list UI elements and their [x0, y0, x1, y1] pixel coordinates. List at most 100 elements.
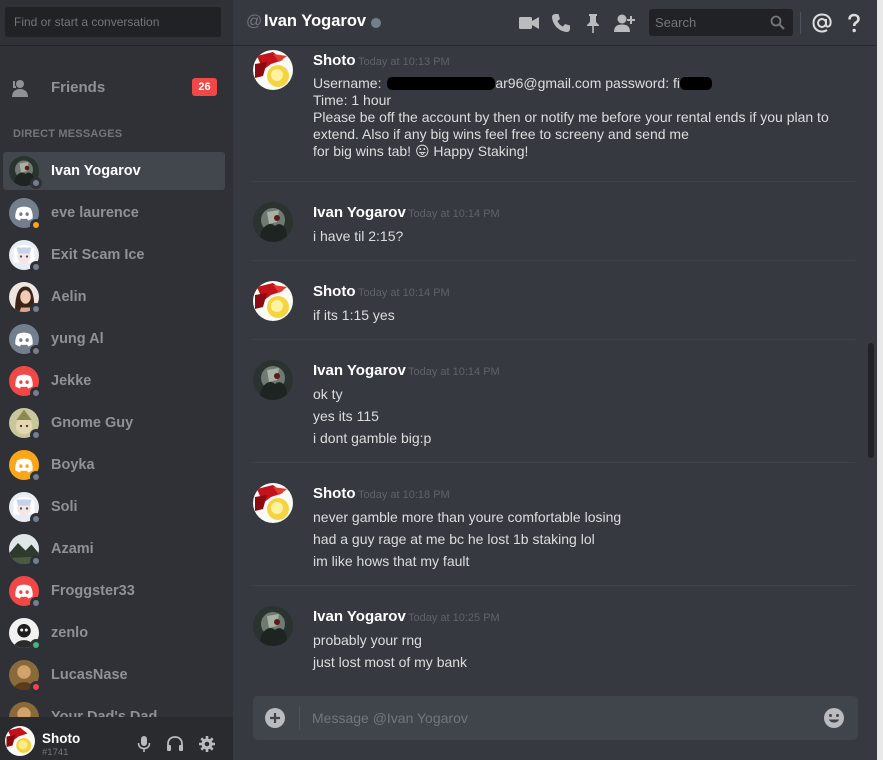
dm-name: yung Al [51, 331, 104, 347]
dm-sidebar: Find or start a conversation Friends 26 … [0, 0, 233, 760]
message-line: never gamble more than youre comfortable… [313, 509, 622, 525]
channel-title: Ivan Yogarov [264, 12, 367, 30]
dm-name: Aelin [51, 289, 87, 305]
redaction-bar [387, 77, 496, 90]
dm-item[interactable]: Your Dad's Dad [3, 698, 225, 718]
dm-name: Boyka [51, 457, 95, 473]
dm-avatar [9, 198, 42, 231]
message-author[interactable]: Ivan Yogarov [313, 608, 406, 625]
settings-gear-icon[interactable] [198, 735, 216, 753]
header-divider [800, 12, 801, 34]
status-indicator [30, 219, 42, 231]
dm-item[interactable]: Soli [3, 488, 225, 526]
user-avatar[interactable] [5, 726, 35, 756]
at-symbol: @ [246, 13, 263, 30]
message-author[interactable]: Ivan Yogarov [313, 362, 406, 379]
dm-item[interactable]: Aelin [3, 278, 225, 316]
message-line: Username: ar96@gmail.com password: fi [313, 75, 712, 91]
message-line: Please be off the account by then or not… [313, 109, 829, 125]
message-line: i have til 2:15? [313, 228, 404, 244]
message-group: Shoto Today at 10:18 PM never gamble more … [233, 480, 865, 600]
friends-icon [12, 80, 29, 97]
dm-avatar [9, 366, 42, 399]
headphones-icon[interactable] [166, 735, 184, 753]
composer-divider [299, 706, 300, 730]
dm-item[interactable]: eve laurence [3, 194, 225, 232]
dm-item[interactable]: zenlo [3, 614, 225, 652]
window-edge [877, 0, 883, 760]
dm-avatar [9, 324, 42, 357]
friends-nav-item[interactable]: Friends 26 [5, 68, 225, 108]
message-avatar[interactable] [253, 202, 293, 242]
friends-label: Friends [51, 79, 106, 96]
dm-item[interactable]: Boyka [3, 446, 225, 484]
dm-item[interactable]: Azami [3, 530, 225, 568]
message-line: ok ty [313, 386, 343, 402]
message-author[interactable]: Shoto [313, 52, 356, 69]
dm-item[interactable]: LucasNase [3, 656, 225, 694]
pinned-messages-icon[interactable] [582, 12, 604, 34]
dm-name: Jekke [51, 373, 92, 389]
message-author[interactable]: Ivan Yogarov [313, 204, 406, 221]
message-line: had a guy rage at me bc he lost 1b staki… [313, 531, 595, 547]
message-timestamp: Today at 10:14 PM [408, 208, 500, 220]
message-composer: Message @Ivan Yogarov [253, 696, 858, 740]
emoji-picker-icon[interactable] [823, 707, 845, 729]
scrollbar-thumb[interactable] [868, 343, 874, 458]
search-input[interactable]: Search [649, 9, 793, 36]
message-text: ar96@gmail.com password: fi [495, 75, 680, 91]
message-author[interactable]: Shoto [313, 283, 356, 300]
video-call-icon[interactable] [518, 12, 540, 34]
message-group: Shoto Today at 10:13 PM Username: ar96@gma… [233, 47, 865, 167]
message-line: for big wins tab! 😛 Happy Staking! [313, 143, 529, 159]
dm-item[interactable]: yung Al [3, 320, 225, 358]
message-line: i dont gamble big:p [313, 430, 432, 446]
dm-item[interactable]: Gnome Guy [3, 404, 225, 442]
status-indicator [30, 387, 42, 399]
magnifier-icon [770, 15, 785, 30]
dm-name: eve laurence [51, 205, 139, 221]
microphone-icon[interactable] [135, 735, 153, 753]
message-divider [251, 585, 855, 586]
message-avatar[interactable] [253, 606, 293, 646]
dm-avatar [9, 450, 42, 483]
message-group: Ivan Yogarov Today at 10:25 PM probably yo… [233, 603, 865, 677]
message-line: yes its 115 [313, 408, 379, 424]
message-author[interactable]: Shoto [313, 485, 356, 502]
dm-item[interactable]: Froggster33 [3, 572, 225, 610]
message-input[interactable]: Message @Ivan Yogarov [312, 707, 802, 729]
dm-item[interactable]: Exit Scam Ice [3, 236, 225, 274]
dm-avatar [9, 660, 42, 693]
dm-avatar [9, 282, 42, 315]
message-divider [251, 260, 855, 261]
dm-item[interactable]: Jekke [3, 362, 225, 400]
message-text: Username: [313, 75, 386, 91]
message-list: Shoto Today at 10:13 PM Username: ar96@gma… [233, 47, 865, 677]
status-indicator [30, 345, 42, 357]
upload-plus-icon[interactable] [264, 707, 286, 729]
message-timestamp: Today at 10:25 PM [408, 612, 500, 624]
dm-avatar [9, 702, 39, 718]
find-conversation-input[interactable]: Find or start a conversation [5, 7, 221, 37]
message-timestamp: Today at 10:18 PM [358, 489, 450, 501]
dm-list: Ivan Yogarov eve laurence Exit Scam Ice … [0, 150, 233, 718]
dm-item[interactable]: Ivan Yogarov [3, 152, 225, 190]
message-avatar[interactable] [253, 483, 293, 523]
dm-name: Ivan Yogarov [51, 163, 141, 179]
status-indicator [30, 513, 42, 525]
message-avatar[interactable] [253, 281, 293, 321]
dm-avatar [9, 534, 42, 567]
voice-call-icon[interactable] [550, 12, 572, 34]
help-icon[interactable] [843, 12, 865, 34]
message-divider [251, 339, 855, 340]
message-avatar[interactable] [253, 360, 293, 400]
mentions-icon[interactable] [811, 12, 833, 34]
message-avatar[interactable] [253, 50, 293, 90]
status-indicator [30, 471, 42, 483]
add-friends-to-dm-icon[interactable] [613, 12, 635, 34]
redaction-bar [679, 77, 712, 90]
status-indicator [30, 261, 42, 273]
status-indicator [30, 177, 42, 189]
dm-name: Exit Scam Ice [51, 247, 145, 263]
dm-name: Azami [51, 541, 94, 557]
